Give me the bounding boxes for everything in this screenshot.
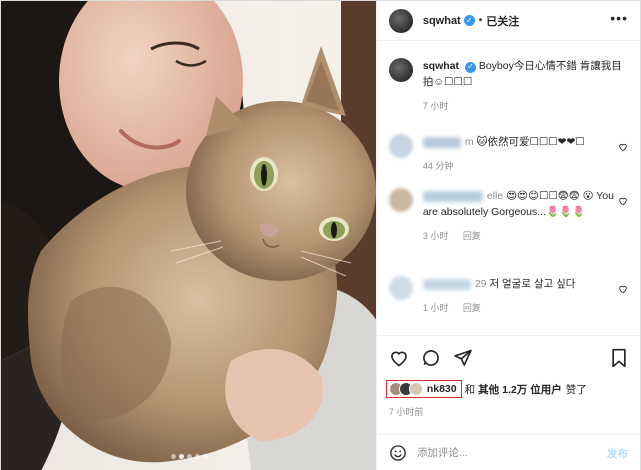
commenter-name-blurred[interactable] (422, 190, 483, 202)
author-avatar[interactable] (388, 8, 413, 33)
liker-username[interactable]: nk830 (427, 383, 457, 395)
separator-dot: • (478, 15, 483, 26)
verified-badge-icon: ✓ (463, 15, 475, 26)
carousel-dot (186, 454, 192, 459)
post-caption: sqwhat ✓ Boyboy今日心情不錯 肯讓我目拍☺︎☐☐☐ 7 小时 (388, 58, 628, 114)
like-heart-icon[interactable] (389, 348, 409, 368)
post-photo[interactable] (1, 1, 376, 470)
comment-text: 저 얼굴로 살고 싶다 (489, 278, 576, 290)
carousel-dot-active (178, 454, 184, 459)
commenter-name-blurred[interactable] (422, 136, 461, 148)
comment-item: m 🐱依然可爱☐☐☐❤❤☐ 44 分钟 (388, 134, 628, 174)
like-comment-heart-icon[interactable] (618, 196, 628, 206)
more-options-icon[interactable]: ••• (610, 11, 628, 25)
like-comment-heart-icon[interactable] (618, 284, 628, 294)
reply-button[interactable]: 回复 (463, 303, 481, 313)
actions-divider (376, 335, 640, 336)
like-comment-heart-icon[interactable] (618, 142, 628, 152)
follow-status-button[interactable]: 已关注 (486, 13, 519, 29)
post-comment-button[interactable]: 发布 (607, 446, 628, 461)
comment-item: elle 😍😍😊☐☐😨😨 😮 You are absolutely Gorgeo… (388, 188, 628, 244)
carousel-indicator (1, 454, 376, 459)
likes-users-label[interactable]: 位用户 (530, 382, 562, 397)
emoji-smiley-icon[interactable] (389, 444, 407, 462)
post-timestamp[interactable]: 7 小时前 (389, 405, 424, 418)
comment-time[interactable]: 44 分钟 (423, 161, 454, 171)
comment-time[interactable]: 1 小时 (423, 303, 449, 313)
commenter-name-visible: m (464, 136, 474, 148)
comment-item: 29 저 얼굴로 살고 싶다 1 小时 回复 (388, 276, 628, 316)
carousel-dot (202, 454, 208, 459)
commenter-name-visible: 29 (474, 278, 487, 290)
post-header: sqwhat ✓ • 已关注 ••• (376, 1, 640, 41)
reply-button[interactable]: 回复 (463, 231, 481, 241)
author-username[interactable]: sqwhat (423, 15, 461, 27)
likes-count[interactable]: 1.2万 (502, 382, 527, 397)
carousel-dot (194, 454, 200, 459)
liker-avatar[interactable] (408, 382, 423, 396)
liker-avatars[interactable] (388, 382, 423, 396)
caption-username[interactable]: sqwhat (423, 60, 459, 72)
comment-bubble-icon[interactable] (421, 348, 441, 368)
comment-text: 🐱依然可爱☐☐☐❤❤☐ (476, 136, 585, 148)
post-actions (389, 348, 473, 368)
commenter-name-visible: elle (486, 190, 504, 202)
carousel-dot (170, 454, 176, 459)
likes-verb: 赞了 (565, 383, 587, 396)
add-comment-input[interactable] (416, 447, 607, 459)
commenter-avatar-blurred[interactable] (388, 276, 413, 300)
commenter-avatar-blurred[interactable] (388, 134, 413, 158)
save-button[interactable] (610, 348, 628, 371)
caption-author-avatar[interactable] (388, 58, 413, 82)
highlighted-liker: nk830 (385, 380, 462, 398)
commenter-name-blurred[interactable] (422, 278, 471, 290)
caption-time[interactable]: 7 小时 (423, 101, 449, 111)
likes-connector: 和 (464, 383, 476, 396)
bookmark-icon[interactable] (610, 348, 628, 368)
comment-time[interactable]: 3 小时 (423, 231, 449, 241)
post-side-panel: sqwhat ✓ • 已关注 ••• sqwhat ✓ Boyboy今日心情不錯… (375, 1, 640, 470)
post-modal: sqwhat ✓ • 已关注 ••• sqwhat ✓ Boyboy今日心情不錯… (0, 0, 641, 470)
verified-badge-icon: ✓ (464, 61, 476, 73)
commenter-avatar-blurred[interactable] (388, 188, 413, 212)
comment-composer: 发布 (376, 434, 640, 470)
others-label[interactable]: 其他 (478, 382, 499, 397)
share-paper-plane-icon[interactable] (453, 348, 473, 368)
likes-summary: nk830 和 其他 1.2万 位用户 赞了 (385, 380, 628, 398)
photo-illustration (1, 1, 376, 470)
